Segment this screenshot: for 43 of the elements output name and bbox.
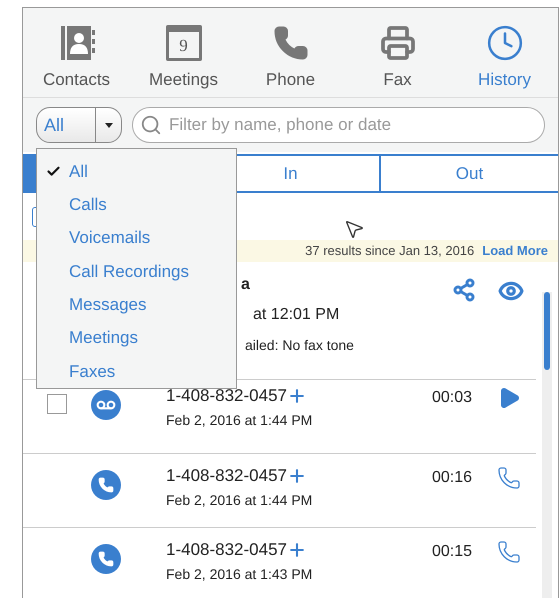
address-book-icon (58, 25, 94, 61)
call-duration: 00:03 (432, 388, 473, 408)
toolbar-tab[interactable]: Fax (344, 24, 451, 97)
phone-number: 1-408-832-0457 (166, 385, 287, 407)
fax-status: ailed: No fax tone (244, 336, 355, 355)
toolbar-tab[interactable]: Contacts (23, 24, 130, 97)
call-icon[interactable] (497, 540, 521, 564)
phone-number: 1-408-832-0457 (166, 539, 287, 561)
type-select[interactable]: All (36, 107, 122, 143)
clock-icon (486, 24, 524, 62)
search-field[interactable]: Filter by name, phone or date (132, 107, 545, 143)
share-icon[interactable] (452, 278, 476, 302)
checkbox[interactable] (47, 394, 67, 414)
call-duration: 00:16 (432, 468, 473, 488)
call-duration: 00:15 (432, 542, 473, 562)
printer-icon (380, 25, 416, 61)
scrollbar-thumb[interactable] (544, 292, 550, 370)
menu-item[interactable]: Faxes (37, 354, 236, 388)
call-icon[interactable] (497, 466, 521, 490)
contact-name: a (240, 275, 251, 295)
record-time: at 12:01 PM (252, 305, 340, 325)
record-time: Feb 2, 2016 at 1:44 PM (166, 411, 314, 430)
toolbar-tab[interactable]: 9 Meetings (130, 24, 237, 97)
search-icon (140, 114, 162, 136)
phone-number: 1-408-832-0457 (166, 465, 287, 487)
record-time: Feb 2, 2016 at 1:44 PM (166, 491, 314, 510)
menu-item[interactable]: Call Recordings (37, 254, 236, 288)
menu-item[interactable]: Meetings (37, 321, 236, 355)
record-time: Feb 2, 2016 at 1:43 PM (166, 565, 314, 584)
caret-icon (104, 122, 112, 128)
menu-item[interactable]: Messages (37, 288, 236, 322)
toolbar-tab[interactable]: Phone (237, 24, 344, 97)
phone-icon (91, 470, 121, 500)
calendar-day: 9 (179, 36, 188, 54)
results-count: 37 results since Jan 13, 2016 (305, 242, 474, 260)
phone-icon (272, 25, 308, 61)
toolbar-tab[interactable]: History (451, 24, 558, 97)
load-more-link[interactable]: Load More (482, 241, 548, 261)
mouse-cursor-icon (343, 218, 365, 240)
menu-item[interactable]: Calls (37, 188, 236, 222)
menu-item[interactable]: Voicemails (37, 222, 236, 255)
scrollbar[interactable] (542, 292, 552, 598)
phone-icon (91, 544, 121, 574)
